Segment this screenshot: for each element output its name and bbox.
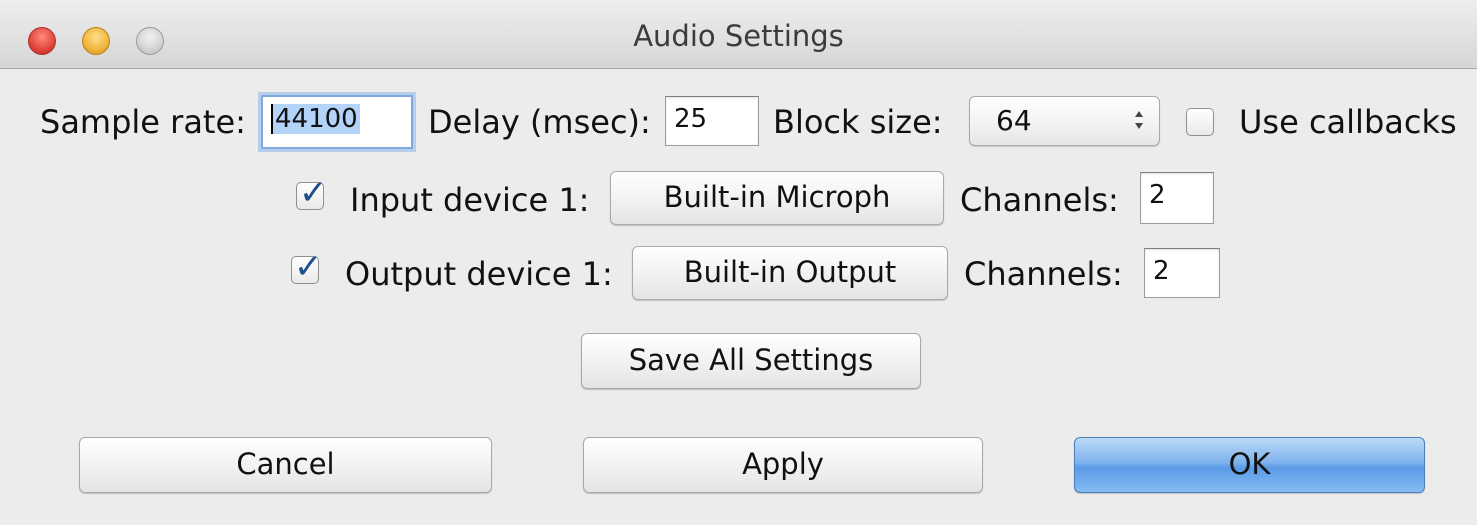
updown-arrows-icon [1133, 105, 1145, 135]
input-device-button[interactable]: Built-in Microph [610, 171, 944, 225]
checkmark-icon: ✓ [294, 247, 323, 287]
input-device-checkbox[interactable]: ✓ [296, 173, 328, 213]
block-size-select[interactable]: 64 [969, 96, 1160, 146]
use-callbacks-label: Use callbacks [1239, 103, 1457, 141]
input-device-label: Input device 1: [350, 181, 590, 219]
output-device-button[interactable]: Built-in Output [632, 246, 948, 300]
sample-rate-label: Sample rate: [40, 103, 246, 141]
output-device-label: Output device 1: [345, 255, 613, 293]
title-bar[interactable]: Audio Settings [0, 0, 1477, 69]
delay-input[interactable]: 25 [665, 96, 759, 146]
cancel-button[interactable]: Cancel [79, 437, 492, 493]
window-title: Audio Settings [633, 19, 844, 53]
ok-button[interactable]: OK [1074, 437, 1425, 493]
use-callbacks-checkbox[interactable] [1186, 108, 1214, 136]
block-size-label: Block size: [773, 103, 943, 141]
input-channels-label: Channels: [960, 181, 1119, 219]
output-channels-label: Channels: [964, 255, 1123, 293]
block-size-value: 64 [996, 104, 1032, 137]
output-device-checkbox[interactable]: ✓ [291, 247, 323, 287]
delay-label: Delay (msec): [428, 103, 651, 141]
save-all-settings-button[interactable]: Save All Settings [581, 333, 921, 389]
apply-button[interactable]: Apply [583, 437, 983, 493]
sample-rate-input[interactable]: 44100 [261, 95, 413, 149]
input-channels-input[interactable]: 2 [1140, 172, 1214, 224]
audio-settings-window: Audio Settings Sample rate: 44100 Delay … [0, 0, 1477, 525]
output-channels-input[interactable]: 2 [1144, 248, 1220, 298]
checkmark-icon: ✓ [299, 173, 328, 213]
sample-rate-value: 44100 [271, 104, 360, 134]
